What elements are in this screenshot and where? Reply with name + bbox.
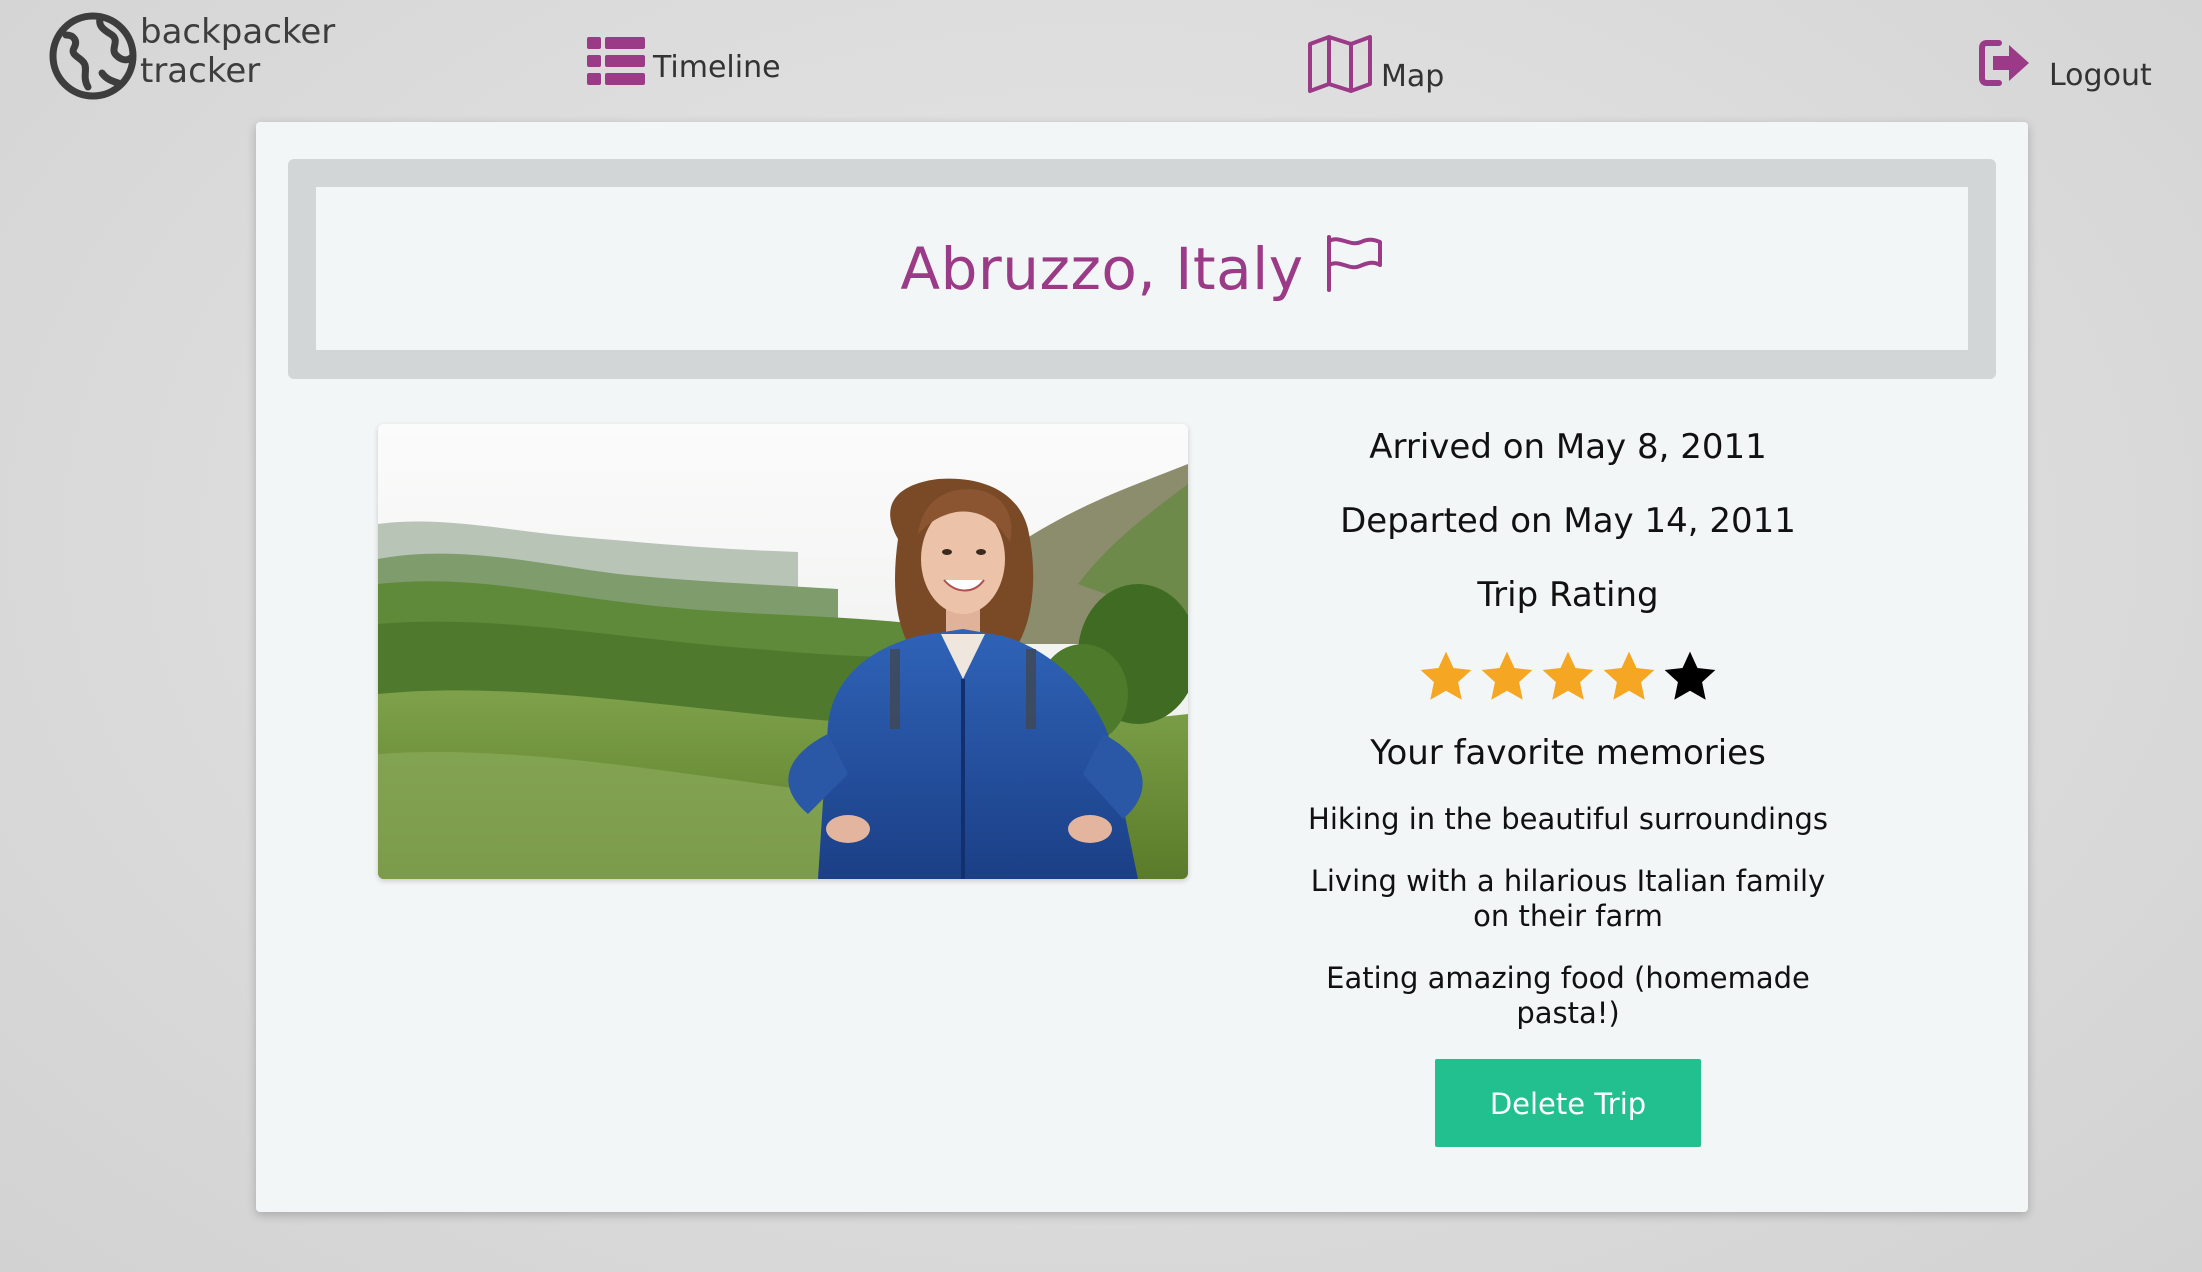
sign-out-icon [1979,40,2029,86]
app-name-line1: backpacker [140,12,336,52]
arrival-date: Arrived on May 8, 2011 [1369,427,1767,467]
nav-timeline[interactable]: Timeline [587,37,781,85]
nav-map-label: Map [1381,59,1445,94]
app-name-line2: tracker [140,51,261,91]
trip-title-frame: Abruzzo, Italy [288,159,1996,379]
trip-title: Abruzzo, Italy [900,234,1304,303]
memory-item: Hiking in the beautiful surroundings [1308,802,1828,836]
departure-date: Departed on May 14, 2011 [1340,501,1796,541]
delete-trip-button[interactable]: Delete Trip [1435,1059,1701,1147]
star-filled-icon[interactable] [1600,648,1658,706]
trip-title-panel: Abruzzo, Italy [316,187,1968,350]
star-filled-icon[interactable] [1478,648,1536,706]
globe-icon [49,12,137,100]
app-logo[interactable]: backpacker tracker [48,11,335,101]
list-icon [587,37,645,85]
trip-card: Abruzzo, Italy Arrived on May 8, 2011 De… [256,122,2028,1212]
star-filled-icon[interactable] [1417,648,1475,706]
trip-photo [378,424,1188,879]
trip-details: Arrived on May 8, 2011 Departed on May 1… [1293,424,1843,1147]
memory-item: Living with a hilarious Italian family o… [1310,864,1826,933]
memory-item: Eating amazing food (homemade pasta!) [1326,961,1810,1030]
nav-map[interactable]: Map [1307,34,1444,94]
memories-list: Hiking in the beautiful surroundings Liv… [1308,802,1828,1031]
star-filled-icon[interactable] [1539,648,1597,706]
memories-title: Your favorite memories [1370,733,1766,773]
nav-logout-label: Logout [2049,58,2152,93]
nav-logout[interactable]: Logout [1979,39,2152,93]
map-icon [1308,35,1372,93]
star-empty-icon[interactable] [1661,648,1719,706]
flag-icon [1326,234,1382,292]
nav-timeline-label: Timeline [653,50,781,85]
app-name: backpacker tracker [140,13,335,91]
trip-rating-stars [1293,648,1843,728]
trip-rating-label: Trip Rating [1477,575,1659,615]
